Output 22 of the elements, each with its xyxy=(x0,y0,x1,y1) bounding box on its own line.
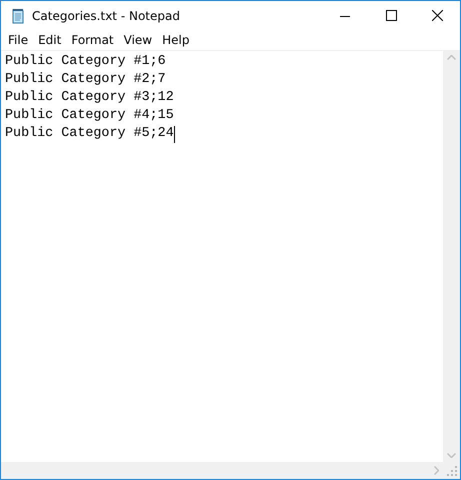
window-title: Categories.txt - Notepad xyxy=(32,8,181,22)
vertical-scrollbar[interactable] xyxy=(443,51,460,462)
close-icon xyxy=(432,10,442,21)
scroll-right-icon xyxy=(434,466,439,475)
menu-item[interactable]: View xyxy=(118,33,158,47)
notepad-icon xyxy=(10,8,26,24)
menu-item[interactable]: Edit xyxy=(33,33,66,47)
scroll-down-icon xyxy=(447,453,456,458)
text-line: Public Category #1;6 xyxy=(5,53,166,71)
resize-grip-icon[interactable] xyxy=(447,466,458,477)
text-line: Public Category #2;7 xyxy=(5,71,166,89)
menu-item[interactable]: Help xyxy=(157,33,194,47)
text-line: Public Category #3;12 xyxy=(5,89,174,107)
menu-item[interactable]: File xyxy=(3,33,34,47)
menu-item[interactable]: Format xyxy=(66,33,119,47)
scroll-up-icon xyxy=(447,55,456,60)
text-cursor xyxy=(174,126,175,142)
text-editor[interactable]: Public Category #1;6 Public Category #2;7 Public Category #3;12 Public Category #4;15 Public Category #5;24 xyxy=(1,51,443,462)
text-line: Public Category #4;15 xyxy=(5,107,174,125)
horizontal-scrollbar[interactable] xyxy=(1,462,443,479)
maximize-icon xyxy=(386,10,396,21)
text-line: Public Category #5;24 xyxy=(5,125,174,143)
